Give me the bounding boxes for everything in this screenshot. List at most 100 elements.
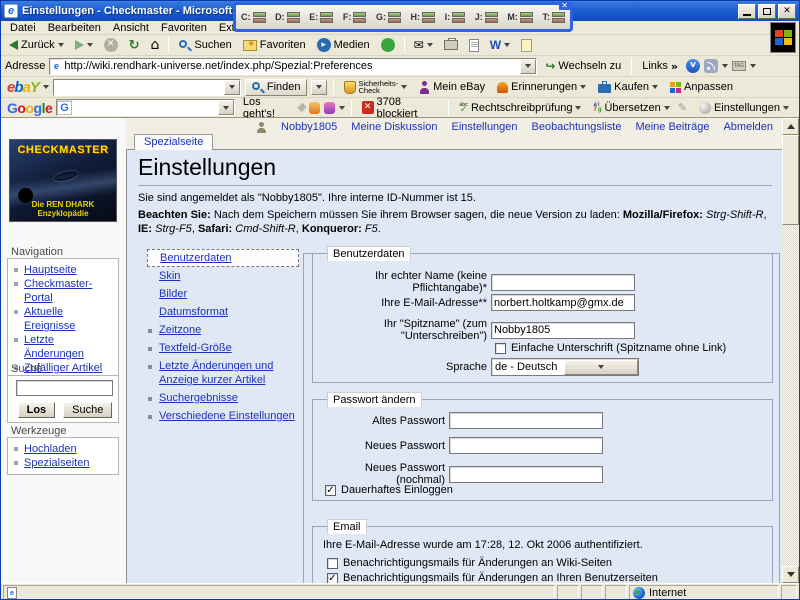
pref-tab-suchergebnisse[interactable]: Suchergebnisse [147, 389, 299, 407]
stop-button[interactable]: ✕ [100, 36, 122, 54]
refresh-button[interactable]: ↻ [125, 36, 144, 55]
forward-button[interactable] [71, 38, 97, 52]
ebay-search-dropdown-button[interactable] [224, 80, 240, 95]
google-search-input[interactable] [72, 100, 218, 115]
nickname-input[interactable] [491, 322, 635, 339]
sidebar-item-spezialseiten[interactable]: Spezialseiten [14, 456, 116, 470]
new-password-input[interactable] [449, 437, 603, 454]
realname-input[interactable] [491, 274, 635, 291]
word-button[interactable]: W [486, 36, 514, 54]
customize-button[interactable]: Anpassen [666, 79, 737, 95]
menu-bearbeiten[interactable]: Bearbeiten [43, 22, 106, 34]
translate-dropdown-icon[interactable] [664, 106, 670, 110]
scroll-up-button[interactable] [782, 118, 799, 135]
pagerank-icon[interactable] [309, 102, 320, 114]
notify-pages-checkbox[interactable] [327, 558, 338, 569]
back-button[interactable]: Zurück [5, 37, 68, 53]
pen-icon[interactable]: ✎ [678, 101, 687, 114]
tag-icon[interactable]: TAG [732, 61, 746, 71]
spellcheck-button[interactable]: abc✓Rechtschreibprüfung [455, 100, 585, 116]
ebay-search-input[interactable] [54, 80, 224, 95]
go-button[interactable]: ↪Wechseln zu [541, 57, 625, 75]
drive-monitor-widget[interactable]: ✕ C: D: E: F: G: H: I: J: M: T: [233, 2, 573, 32]
settings-dropdown-icon[interactable] [783, 106, 789, 110]
discuss-button[interactable] [517, 37, 536, 54]
sidebar-search-input[interactable] [16, 380, 113, 396]
vertical-scrollbar[interactable] [782, 118, 799, 583]
pref-tab-letzte-aenderungen[interactable]: Letzte Änderungen und Anzeige kurzer Art… [147, 357, 299, 389]
menu-favoriten[interactable]: Favoriten [156, 22, 212, 34]
back-dropdown-icon[interactable] [58, 43, 64, 47]
menu-datei[interactable]: Datei [5, 22, 41, 34]
contributions-link[interactable]: Meine Beiträge [635, 121, 709, 133]
safety-dropdown-icon[interactable] [401, 85, 407, 89]
sidebar-item-ereignisse[interactable]: Aktuelle Ereignisse [14, 305, 116, 333]
minimize-button[interactable] [738, 4, 756, 19]
google-search-dropdown-button[interactable] [218, 100, 234, 115]
print-button[interactable] [440, 38, 462, 52]
language-dropdown-button[interactable] [564, 360, 638, 375]
sidebar-item-portal[interactable]: Checkmaster-Portal [14, 277, 116, 305]
reminders-dropdown-icon[interactable] [580, 85, 586, 89]
retype-password-input[interactable] [449, 466, 603, 483]
feed-dropdown-icon[interactable] [722, 64, 728, 68]
my-ebay-button[interactable]: Mein eBay [415, 79, 489, 96]
pref-tab-benutzerdaten[interactable]: Benutzerdaten [147, 249, 299, 267]
pref-tab-textfeld[interactable]: Textfeld-Größe [147, 339, 299, 357]
close-button[interactable]: ✕ [778, 4, 796, 19]
word-dropdown-icon[interactable] [504, 43, 510, 47]
favorites-button[interactable]: ★Favoriten [239, 37, 310, 53]
ebay-find-dropdown-button[interactable] [311, 80, 327, 95]
reminders-button[interactable]: Erinnerungen [493, 79, 590, 95]
mail-button[interactable]: ✉ [410, 36, 437, 54]
google-settings-button[interactable]: Einstellungen [695, 100, 793, 116]
media-button[interactable]: ▸Medien [313, 36, 374, 54]
home-button[interactable]: ⌂ [147, 35, 164, 55]
search-fulltext-button[interactable]: Suche [63, 402, 112, 418]
spellcheck-dropdown-icon[interactable] [575, 106, 581, 110]
search-button[interactable]: Suchen [174, 37, 235, 54]
wiki-logo[interactable]: CHECKMASTER Die REN DHARK Enzyklopädie [9, 139, 117, 222]
resize-grip[interactable] [781, 585, 797, 600]
mail-dropdown-icon[interactable] [427, 43, 433, 47]
translate-button[interactable]: a7igÜbersetzen [589, 100, 673, 116]
buy-dropdown-icon[interactable] [652, 85, 658, 89]
email-input[interactable] [491, 294, 635, 311]
google-logo[interactable]: Google [7, 100, 52, 116]
pref-tab-verschiedene[interactable]: Verschiedene Einstellungen [147, 407, 299, 425]
sidebar-item-aenderungen[interactable]: Letzte Änderungen [14, 333, 116, 361]
tag-dropdown-icon[interactable] [750, 64, 756, 68]
google-options-dropdown-icon[interactable] [339, 106, 345, 110]
pref-tab-zeitzone[interactable]: Zeitzone [147, 321, 299, 339]
search-go-button[interactable]: Los [18, 402, 56, 418]
menu-ansicht[interactable]: Ansicht [108, 22, 154, 34]
language-select[interactable]: de - Deutsch [491, 358, 639, 376]
tab-spezialseite[interactable]: Spezialseite [134, 134, 213, 150]
pref-tab-skin[interactable]: Skin [147, 267, 299, 285]
download-helper-icon[interactable]: v [686, 59, 700, 73]
username-link[interactable]: Nobby1805 [281, 121, 337, 133]
notify-user-checkbox[interactable]: ✓ [327, 573, 338, 584]
edit-button[interactable] [465, 37, 483, 54]
forward-dropdown-icon[interactable] [87, 43, 93, 47]
address-dropdown-button[interactable] [520, 59, 536, 74]
sidebar-item-hochladen[interactable]: Hochladen [14, 442, 116, 456]
pref-tab-datumsformat[interactable]: Datumsformat [147, 303, 299, 321]
watchlist-link[interactable]: Beobachtungsliste [532, 121, 622, 133]
ebay-logo-dropdown-icon[interactable] [43, 85, 49, 89]
widget-close-icon[interactable]: ✕ [559, 2, 570, 10]
pref-tab-bilder[interactable]: Bilder [147, 285, 299, 303]
remember-login-checkbox[interactable]: ✓ [325, 485, 336, 496]
feed-icon[interactable] [704, 59, 718, 73]
highlight-icon[interactable] [324, 102, 335, 114]
scroll-thumb[interactable] [782, 135, 799, 225]
preferences-link[interactable]: Einstellungen [451, 121, 517, 133]
simple-signature-checkbox[interactable] [495, 343, 506, 354]
old-password-input[interactable] [449, 412, 603, 429]
buy-button[interactable]: Kaufen [594, 79, 662, 95]
scroll-down-button[interactable] [782, 566, 799, 583]
logout-link[interactable]: Abmelden [723, 121, 773, 133]
history-button[interactable] [377, 36, 399, 54]
address-input[interactable] [62, 59, 520, 74]
my-talk-link[interactable]: Meine Diskussion [351, 121, 437, 133]
